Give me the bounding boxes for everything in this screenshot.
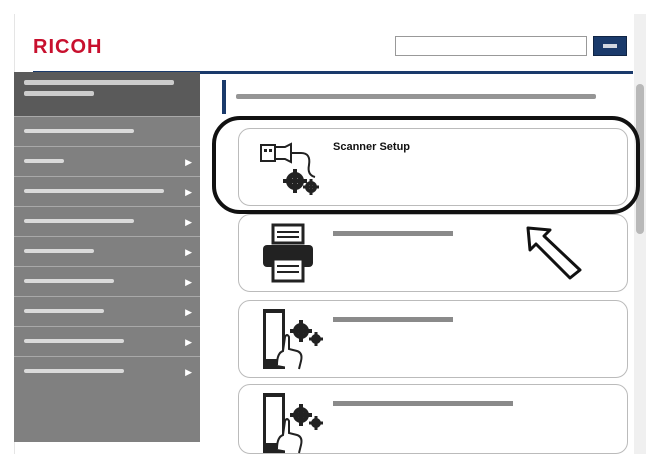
search-button[interactable] (593, 36, 627, 56)
highlight-outline (212, 116, 640, 214)
chevron-right-icon: ▶ (185, 337, 192, 347)
panel-card[interactable] (238, 300, 628, 378)
scanner-icon (263, 223, 313, 283)
chevron-right-icon: ▶ (185, 187, 192, 197)
ricoh-logo[interactable]: RICOH (33, 36, 102, 59)
chevron-right-icon: ▶ (185, 247, 192, 257)
sidebar-item[interactable]: ▶ (14, 296, 200, 326)
sidebar-item[interactable] (14, 116, 200, 146)
card-title (333, 317, 453, 322)
sidebar-item[interactable]: ▶ (14, 236, 200, 266)
sidebar-item[interactable]: ▶ (14, 176, 200, 206)
touch-panel-icon (263, 309, 323, 370)
chevron-right-icon: ▶ (185, 217, 192, 227)
sidebar-item[interactable]: ▶ (14, 146, 200, 176)
chevron-right-icon: ▶ (185, 307, 192, 317)
panel-settings-card[interactable] (238, 384, 628, 454)
card-title (333, 231, 453, 236)
pointer-arrow-icon (526, 226, 582, 280)
sidebar-title[interactable] (14, 72, 200, 116)
page-scrollbar[interactable] (634, 14, 646, 454)
chevron-right-icon: ▶ (185, 277, 192, 287)
sidebar-item[interactable]: ▶ (14, 326, 200, 356)
search-button-label (603, 44, 617, 48)
touch-panel-icon (263, 393, 323, 454)
sidebar-item[interactable]: ▶ (14, 266, 200, 296)
chevron-right-icon: ▶ (185, 367, 192, 377)
chevron-right-icon: ▶ (185, 157, 192, 167)
sidebar: ▶ ▶ ▶ ▶ ▶ ▶ ▶ ▶ (14, 72, 200, 442)
sidebar-item[interactable]: ▶ (14, 206, 200, 236)
page-title (222, 80, 622, 114)
search-input[interactable] (395, 36, 587, 56)
card-title (333, 401, 513, 406)
sidebar-item[interactable]: ▶ (14, 356, 200, 386)
